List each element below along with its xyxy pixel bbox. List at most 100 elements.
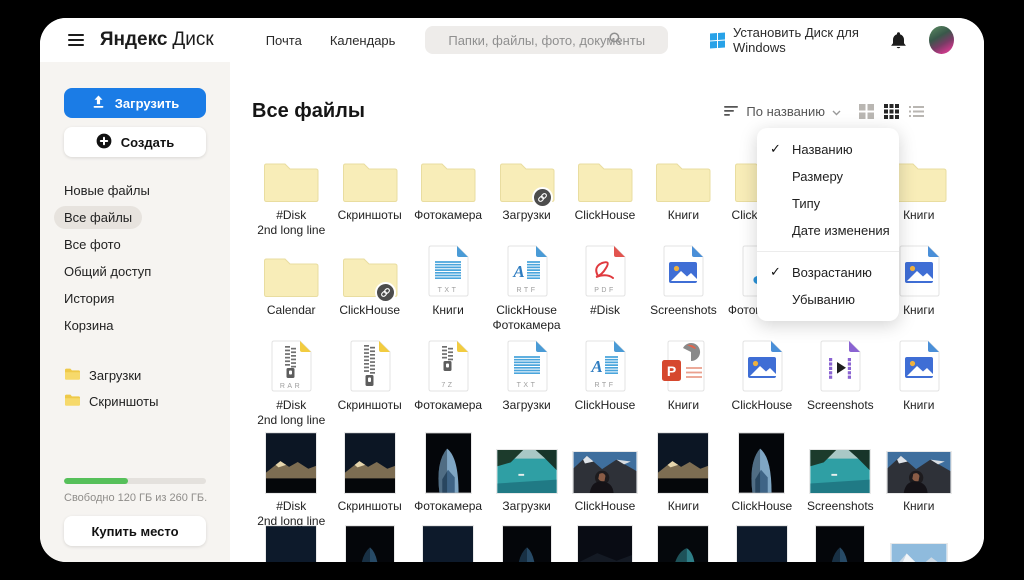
app-window: ЯндексДиск Почта Календарь Установить Ди…: [40, 18, 984, 562]
file-item[interactable]: 7ZФотокамера: [409, 335, 487, 430]
svg-text:7Z: 7Z: [442, 382, 455, 389]
svg-text:TXT: TXT: [438, 287, 459, 294]
file-item[interactable]: [330, 525, 408, 562]
file-item[interactable]: Книги: [880, 430, 958, 529]
file-label: ClickHouse: [339, 303, 400, 318]
file-item[interactable]: Скриншоты: [330, 335, 408, 430]
file-label: Calendar: [267, 303, 316, 318]
file-label: Книги: [903, 398, 934, 413]
sort-menu-item[interactable]: ✓Возрастанию: [757, 259, 899, 286]
file-item[interactable]: Скриншоты: [330, 430, 408, 529]
file-item[interactable]: Книги: [644, 430, 722, 529]
file-item[interactable]: Screenshots: [644, 240, 722, 335]
file-label: #Disk 2nd long line: [257, 398, 325, 428]
folder-item[interactable]: Calendar: [252, 240, 330, 335]
file-grid-row: RAR#Disk 2nd long lineСкриншоты7ZФотокам…: [252, 335, 958, 430]
file-label: #Disk 2nd long line: [257, 208, 325, 238]
sort-menu-item[interactable]: ✓Названию: [757, 136, 899, 163]
file-item[interactable]: #Disk 2nd long line: [252, 430, 330, 529]
plus-icon: [96, 133, 112, 152]
create-button[interactable]: Создать: [64, 127, 206, 157]
view-small-grid-icon[interactable]: [884, 104, 899, 119]
sidebar-item-link[interactable]: История: [64, 291, 206, 306]
file-item[interactable]: Screenshots: [801, 430, 879, 529]
photo-thumbnail-person: [572, 430, 638, 494]
file-item[interactable]: [566, 525, 644, 562]
file-item[interactable]: [487, 525, 565, 562]
folder-item[interactable]: ClickHouse: [566, 145, 644, 240]
folder-item[interactable]: #Disk 2nd long line: [252, 145, 330, 240]
sidebar-item-link[interactable]: Корзина: [64, 318, 206, 333]
sidebar-item-active[interactable]: Все файлы: [64, 210, 206, 225]
sort-menu-item[interactable]: Размеру: [757, 163, 899, 190]
photo-thumbnail-cavedark: [502, 525, 552, 562]
view-large-grid-icon[interactable]: [859, 104, 874, 119]
file-item[interactable]: [409, 525, 487, 562]
file-item[interactable]: [880, 525, 958, 562]
file-item[interactable]: RAR#Disk 2nd long line: [252, 335, 330, 430]
photo-thumbnail-cavelake: [657, 525, 709, 562]
file-item[interactable]: [252, 525, 330, 562]
photo-thumbnail-lake: [496, 430, 558, 494]
txt-file-icon: TXT: [427, 240, 469, 298]
sevenz-file-icon: 7Z: [427, 335, 469, 393]
file-item[interactable]: TXT Книги: [409, 240, 487, 335]
folder-item[interactable]: Книги: [644, 145, 722, 240]
sidebar-shortcut-folder[interactable]: Загрузки: [64, 367, 206, 383]
folder-item[interactable]: Фотокамера: [409, 145, 487, 240]
file-item[interactable]: PDF#Disk: [566, 240, 644, 335]
file-item[interactable]: Screenshots: [801, 335, 879, 430]
photo-thumbnail-cavedark: [815, 525, 865, 562]
file-label: Книги: [668, 398, 699, 413]
file-item[interactable]: [644, 525, 722, 562]
hamburger-menu-icon[interactable]: [68, 31, 84, 49]
upload-button[interactable]: Загрузить: [64, 88, 206, 118]
app-logo[interactable]: ЯндексДиск: [100, 29, 214, 51]
sort-menu-item[interactable]: Типу: [757, 190, 899, 217]
folder-item[interactable]: Загрузки: [487, 145, 565, 240]
topbar-nav: Почта Календарь: [266, 33, 396, 48]
storage-block: Свободно 120 ГБ из 260 ГБ. Купить место: [64, 478, 206, 546]
buy-space-button[interactable]: Купить место: [64, 516, 206, 546]
sort-control[interactable]: По названию: [724, 104, 841, 120]
file-item[interactable]: ClickHouse: [723, 430, 801, 529]
sidebar-item-link[interactable]: Новые файлы: [64, 183, 206, 198]
nav-link-mail[interactable]: Почта: [266, 33, 302, 48]
sidebar-item-link[interactable]: Все фото: [64, 237, 206, 252]
file-item[interactable]: ARTFClickHouse Фотокамера: [487, 240, 565, 335]
folder-item[interactable]: Скриншоты: [330, 145, 408, 240]
buy-space-label: Купить место: [91, 524, 178, 539]
pdf-file-icon: PDF: [584, 240, 626, 298]
nav-link-calendar[interactable]: Календарь: [330, 33, 396, 48]
file-item[interactable]: Книги: [880, 335, 958, 430]
image-file-icon: [898, 240, 940, 298]
file-label: Книги: [432, 303, 463, 318]
storage-text: Свободно 120 ГБ из 260 ГБ.: [64, 492, 206, 504]
svg-text:RTF: RTF: [516, 287, 537, 294]
folder-item[interactable]: ClickHouse: [330, 240, 408, 335]
sort-label: По названию: [746, 104, 825, 119]
file-item[interactable]: ARTFClickHouse: [566, 335, 644, 430]
file-item[interactable]: ClickHouse: [566, 430, 644, 529]
file-label: Скриншоты: [338, 499, 402, 514]
zip-file-icon: [349, 335, 391, 393]
search-input[interactable]: [425, 26, 668, 54]
file-item[interactable]: ClickHouse: [723, 335, 801, 430]
install-disk-link[interactable]: Установить Диск для Windows: [710, 25, 890, 55]
user-avatar[interactable]: [929, 26, 954, 54]
file-item[interactable]: PКниги: [644, 335, 722, 430]
file-item[interactable]: Фотокамера: [409, 430, 487, 529]
file-item[interactable]: [801, 525, 879, 562]
bell-icon[interactable]: [890, 31, 907, 50]
file-item[interactable]: TXTЗагрузки: [487, 335, 565, 430]
sort-menu-item-label: Размеру: [792, 169, 843, 184]
rtf-file-icon: ARTF: [584, 335, 626, 393]
view-list-icon[interactable]: [909, 105, 924, 118]
file-item[interactable]: [723, 525, 801, 562]
file-item[interactable]: Загрузки: [487, 430, 565, 529]
topbar: ЯндексДиск Почта Календарь Установить Ди…: [40, 18, 984, 62]
sidebar-shortcut-folder[interactable]: Скриншоты: [64, 393, 206, 409]
sidebar-item-link[interactable]: Общий доступ: [64, 264, 206, 279]
sort-menu-item[interactable]: Убыванию: [757, 286, 899, 313]
sort-menu-item[interactable]: Дате изменения: [757, 217, 899, 244]
